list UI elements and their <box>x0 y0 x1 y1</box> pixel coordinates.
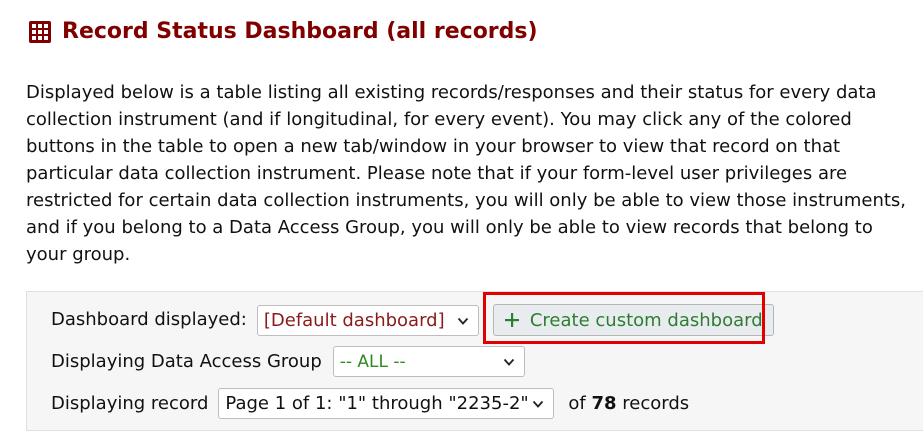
record-count: of 78 records <box>568 393 689 414</box>
dag-select[interactable]: -- ALL -- <box>332 346 525 377</box>
record-count-suffix: records <box>622 393 690 414</box>
page-header: Record Status Dashboard (all records) <box>29 16 538 48</box>
dashboard-row: Dashboard displayed: [Default dashboard]… <box>51 304 774 336</box>
record-count-value: 78 <box>591 393 617 414</box>
plus-icon <box>504 313 519 327</box>
record-page-select[interactable]: Page 1 of 1: "1" through "2235-2" <box>218 388 555 419</box>
dashboard-select-value: [Default dashboard] <box>263 309 445 331</box>
record-row: Displaying record Page 1 of 1: "1" throu… <box>51 388 689 419</box>
dag-label: Displaying Data Access Group <box>51 350 322 372</box>
page: Record Status Dashboard (all records) Di… <box>0 0 923 434</box>
chevron-down-icon <box>503 358 514 366</box>
record-count-prefix: of <box>568 393 586 414</box>
dashboard-controls-panel: Dashboard displayed: [Default dashboard]… <box>26 291 923 431</box>
dag-row: Displaying Data Access Group -- ALL -- <box>51 346 525 377</box>
create-custom-dashboard-button[interactable]: Create custom dashboard <box>492 304 774 336</box>
dashboard-label: Dashboard displayed: <box>51 309 247 330</box>
page-title: Record Status Dashboard (all records) <box>62 19 538 44</box>
dag-select-value: -- ALL -- <box>339 351 406 372</box>
record-label: Displaying record <box>51 392 209 414</box>
record-page-select-value: Page 1 of 1: "1" through "2235-2" <box>225 393 529 414</box>
table-grid-icon <box>29 21 51 43</box>
create-custom-dashboard-label: Create custom dashboard <box>529 309 763 331</box>
chevron-down-icon <box>457 317 469 325</box>
dashboard-select[interactable]: [Default dashboard] <box>256 304 479 336</box>
chevron-down-icon <box>533 400 544 408</box>
intro-paragraph: Displayed below is a table listing all e… <box>26 82 907 265</box>
